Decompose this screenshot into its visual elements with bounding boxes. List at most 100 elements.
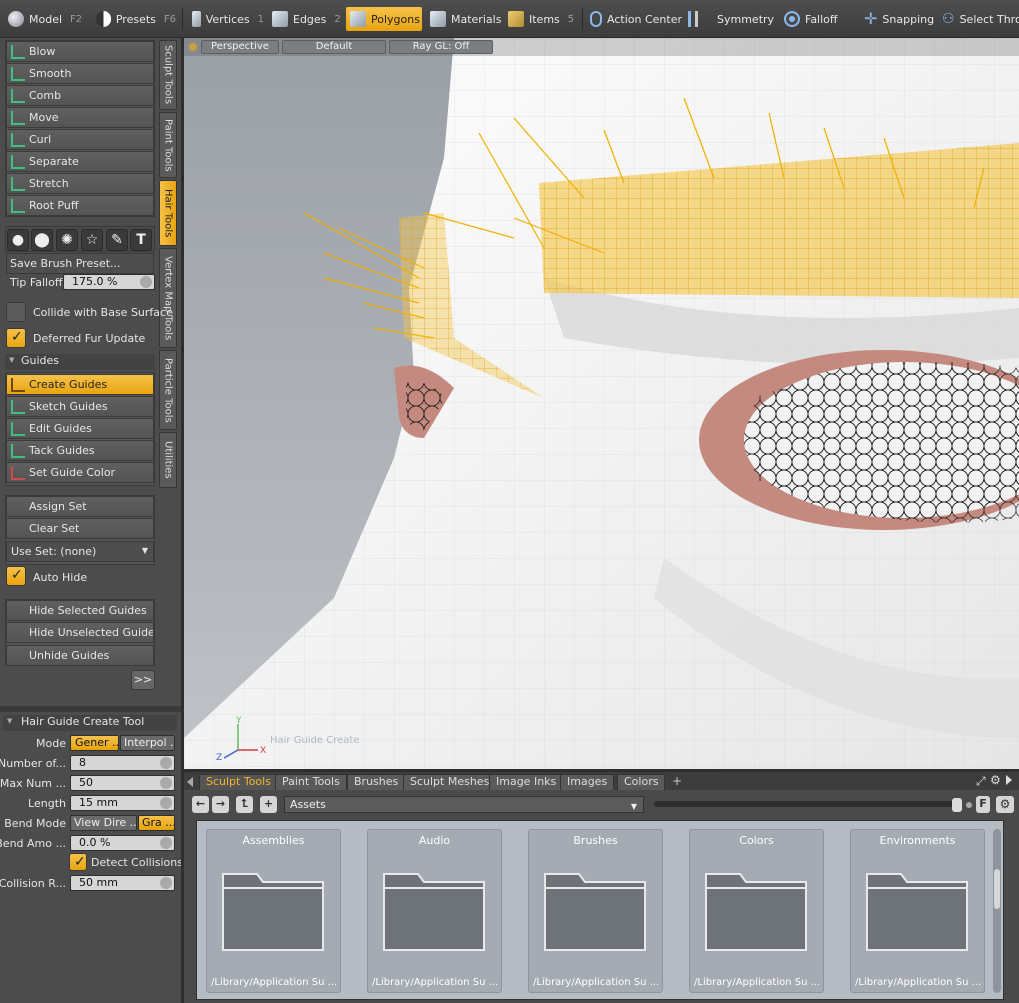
tack-guides-button[interactable]: Tack Guides bbox=[6, 440, 154, 461]
guides-section-header[interactable]: Guides bbox=[5, 354, 155, 370]
panel-divider[interactable] bbox=[0, 706, 181, 712]
back-arrow-icon[interactable]: ← bbox=[192, 796, 209, 813]
tab-sculpt-tools-browser[interactable]: Sculpt Tools bbox=[199, 774, 278, 790]
stretch-button[interactable]: Stretch bbox=[6, 173, 154, 194]
thumbnail-size-slider[interactable] bbox=[654, 801, 960, 807]
max-num-field[interactable]: 50 bbox=[70, 775, 175, 791]
edit-guides-button[interactable]: Edit Guides bbox=[6, 418, 154, 439]
grid-scrollbar[interactable] bbox=[993, 829, 1001, 993]
blow-button[interactable]: Blow bbox=[6, 41, 154, 62]
curl-button[interactable]: Curl bbox=[6, 129, 154, 150]
deferred-checkbox[interactable] bbox=[6, 328, 26, 348]
set-guide-color-button[interactable]: Set Guide Color bbox=[6, 462, 154, 483]
hard-brush-icon[interactable]: ⬤ bbox=[31, 229, 53, 251]
tab-paint-tools-browser[interactable]: Paint Tools bbox=[275, 774, 347, 790]
snapping-button[interactable]: ✛ Snapping bbox=[860, 7, 934, 31]
length-field[interactable]: 15 mm bbox=[70, 795, 175, 811]
folder-tile[interactable]: Assemblies /Library/Application Su ... bbox=[206, 829, 341, 993]
hide-selected-guides-button[interactable]: Hide Selected Guides bbox=[6, 600, 154, 621]
tab-images[interactable]: Images bbox=[560, 774, 615, 790]
tab-vertex-map-tools[interactable]: Vertex Map Tools bbox=[159, 248, 177, 348]
create-guides-button[interactable]: Create Guides bbox=[6, 374, 154, 395]
scroll-right-icon[interactable] bbox=[1006, 775, 1012, 785]
assets-path-dropdown[interactable]: Assets ▼ bbox=[284, 796, 644, 813]
symmetry-button[interactable]: Symmetry bbox=[684, 7, 778, 31]
tab-sculpt-tools[interactable]: Sculpt Tools bbox=[159, 40, 177, 110]
separate-button[interactable]: Separate bbox=[6, 151, 154, 172]
tab-sculpt-meshes[interactable]: Sculpt Meshes bbox=[403, 774, 497, 790]
hide-unselected-guides-button[interactable]: Hide Unselected Guides bbox=[6, 622, 154, 643]
detect-collisions-checkbox[interactable] bbox=[69, 853, 87, 871]
auto-hide-checkbox[interactable] bbox=[6, 566, 26, 586]
collapse-arrow-icon[interactable] bbox=[187, 777, 193, 787]
stepper-icon[interactable] bbox=[140, 276, 152, 288]
save-brush-preset-button[interactable]: Save Brush Preset... bbox=[6, 253, 154, 274]
raygl-button[interactable]: Ray GL: Off bbox=[389, 40, 493, 54]
assign-set-button[interactable]: Assign Set bbox=[6, 496, 154, 517]
tab-utilities[interactable]: Utilities bbox=[159, 432, 177, 488]
tool-properties-header[interactable]: Hair Guide Create Tool bbox=[3, 715, 177, 731]
stepper-icon[interactable] bbox=[160, 757, 172, 769]
soft-brush-icon[interactable]: ● bbox=[7, 229, 29, 251]
stepper-icon[interactable] bbox=[160, 877, 172, 889]
gear-icon[interactable]: ⚙ bbox=[990, 773, 1001, 787]
stepper-icon[interactable] bbox=[160, 837, 172, 849]
tab-hair-tools[interactable]: Hair Tools bbox=[159, 180, 177, 246]
materials-button[interactable]: Materials bbox=[426, 7, 502, 31]
star-brush-icon[interactable]: ☆ bbox=[81, 229, 103, 251]
number-field[interactable]: 8 bbox=[70, 755, 175, 771]
browser-settings-icon[interactable]: ⚙ bbox=[996, 796, 1014, 813]
mode-interpolate-button[interactable]: Interpol ... bbox=[120, 735, 175, 751]
stepper-icon[interactable] bbox=[160, 797, 172, 809]
folder-tile[interactable]: Colors /Library/Application Su ... bbox=[689, 829, 824, 993]
3d-viewport[interactable]: Perspective Default Ray GL: Off Y X Z Ha… bbox=[184, 38, 1019, 769]
comb-button[interactable]: Comb bbox=[6, 85, 154, 106]
bend-amount-field[interactable]: 0.0 % bbox=[70, 835, 175, 851]
tab-particle-tools[interactable]: Particle Tools bbox=[159, 350, 177, 430]
more-button[interactable]: >> bbox=[131, 670, 155, 690]
tab-colors[interactable]: Colors bbox=[617, 774, 666, 790]
stepper-icon[interactable] bbox=[160, 777, 172, 789]
falloff-button[interactable]: Falloff bbox=[780, 7, 858, 31]
forward-arrow-icon[interactable]: → bbox=[212, 796, 229, 813]
add-tab-button[interactable]: + bbox=[672, 774, 682, 788]
polygons-button[interactable]: Polygons bbox=[346, 7, 422, 31]
bend-mode-gravity-button[interactable]: Gra ... bbox=[138, 815, 175, 831]
move-button[interactable]: Move bbox=[6, 107, 154, 128]
panel-divider[interactable] bbox=[181, 38, 184, 1003]
items-button[interactable]: Items 5 bbox=[504, 7, 580, 31]
collision-radius-field[interactable]: 50 mm bbox=[70, 875, 175, 891]
text-brush-icon[interactable]: T bbox=[130, 229, 152, 251]
root-puff-button[interactable]: Root Puff bbox=[6, 195, 154, 216]
use-set-dropdown[interactable]: Use Set: (none) ▼ bbox=[6, 541, 154, 562]
presets-button[interactable]: Presets F6 bbox=[92, 7, 176, 31]
folder-tile[interactable]: Audio /Library/Application Su ... bbox=[367, 829, 502, 993]
collide-checkbox[interactable] bbox=[6, 302, 26, 322]
edges-button[interactable]: Edges 2 bbox=[268, 7, 344, 31]
splatter-brush-icon[interactable]: ✺ bbox=[56, 229, 78, 251]
sketch-guides-button[interactable]: Sketch Guides bbox=[6, 396, 154, 417]
panel-divider[interactable] bbox=[184, 769, 1019, 772]
tab-image-inks[interactable]: Image Inks bbox=[489, 774, 564, 790]
action-center-button[interactable]: Action Center bbox=[586, 7, 682, 31]
add-icon[interactable]: + bbox=[260, 796, 277, 813]
scrollbar-thumb[interactable] bbox=[994, 869, 1000, 909]
perspective-button[interactable]: Perspective bbox=[201, 40, 279, 54]
tab-brushes[interactable]: Brushes bbox=[347, 774, 406, 790]
procedural-brush-icon[interactable]: ✎ bbox=[106, 229, 128, 251]
bend-mode-view-button[interactable]: View Dire ... bbox=[70, 815, 137, 831]
clear-set-button[interactable]: Clear Set bbox=[6, 518, 154, 539]
model-button[interactable]: Model F2 bbox=[4, 7, 88, 31]
smooth-button[interactable]: Smooth bbox=[6, 63, 154, 84]
slider-handle[interactable] bbox=[952, 798, 962, 812]
tab-paint-tools[interactable]: Paint Tools bbox=[159, 112, 177, 178]
folder-tile[interactable]: Brushes /Library/Application Su ... bbox=[528, 829, 663, 993]
filter-button[interactable]: F bbox=[976, 796, 990, 813]
expand-icon[interactable]: ⤢ bbox=[976, 774, 986, 789]
unhide-guides-button[interactable]: Unhide Guides bbox=[6, 645, 154, 666]
default-style-button[interactable]: Default bbox=[282, 40, 386, 54]
up-folder-icon[interactable]: ⮤ bbox=[236, 796, 253, 813]
select-through-button[interactable]: ⚇ Select Throu bbox=[938, 7, 1019, 31]
vertices-button[interactable]: Vertices 1 bbox=[188, 7, 264, 31]
tip-falloff-field[interactable]: 175.0 % bbox=[63, 274, 155, 290]
